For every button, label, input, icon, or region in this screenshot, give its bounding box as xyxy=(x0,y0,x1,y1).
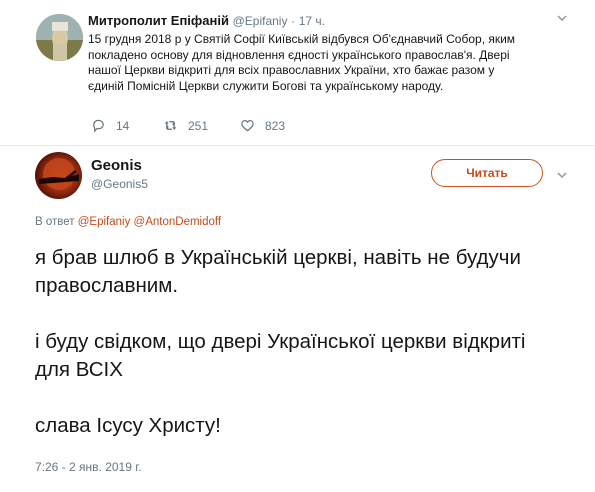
retweet-count: 251 xyxy=(188,118,209,133)
text-line: єдиній Помісній Церкви служити Богові та… xyxy=(88,78,444,93)
tweet-paragraph: і буду свідком, що двері Української цер… xyxy=(35,330,526,381)
author-name[interactable]: Митрополит Епіфаній xyxy=(88,13,229,28)
chevron-down-icon[interactable] xyxy=(556,12,568,24)
follow-button[interactable]: Читать xyxy=(431,159,543,187)
reply-action[interactable]: 14 xyxy=(91,118,129,133)
text-line: нашої Церкви відкриті для всіх православ… xyxy=(88,63,495,77)
reply-icon xyxy=(93,119,104,133)
avatar[interactable] xyxy=(36,14,83,61)
author-name[interactable]: Geonis xyxy=(91,157,142,174)
mention-link[interactable]: @AntonDemidoff xyxy=(134,216,222,228)
separator: · xyxy=(291,14,296,28)
reply-prefix: В ответ xyxy=(35,216,75,228)
tweet-paragraph: слава Ісусу Христу! xyxy=(35,414,221,437)
avatar-image xyxy=(36,14,83,61)
original-tweet-header: Митрополит Епіфаній @Epifaniy · 17 ч. xyxy=(88,13,325,28)
retweet-action[interactable]: 251 xyxy=(163,118,208,133)
retweet-icon xyxy=(164,120,177,131)
tweet-paragraph: я брав шлюб в Українській церкві, навіть… xyxy=(35,246,521,297)
chevron-down-icon[interactable] xyxy=(556,169,568,181)
like-count: 823 xyxy=(265,118,286,133)
like-icon xyxy=(241,120,254,132)
reply-context: В ответ @Epifaniy @AntonDemidoff xyxy=(35,216,221,228)
text-line: 15 грудня 2018 р у Святій Софії Київські… xyxy=(88,32,516,46)
like-action[interactable]: 823 xyxy=(240,118,285,133)
avatar-image xyxy=(39,158,79,190)
author-handle[interactable]: @Geonis5 xyxy=(91,177,148,191)
author-handle[interactable]: @Epifaniy xyxy=(233,14,288,28)
avatar[interactable] xyxy=(35,152,82,199)
mention-link[interactable]: @Epifaniy xyxy=(78,216,131,228)
original-tweet-text: 15 грудня 2018 р у Святій Софії Київські… xyxy=(88,32,558,94)
tweet-timestamp[interactable]: 7:26 - 2 янв. 2019 г. xyxy=(35,460,141,474)
tweet-time[interactable]: 17 ч. xyxy=(299,14,325,28)
original-tweet[interactable]: Митрополит Епіфаній @Epifaniy · 17 ч. 15… xyxy=(0,0,595,145)
tweet-text: я брав шлюб в Українській церкві, навіть… xyxy=(35,244,565,440)
text-line: покладено основу для відновлення єдності… xyxy=(88,47,510,62)
divider xyxy=(0,145,595,146)
reply-count: 14 xyxy=(116,118,130,133)
